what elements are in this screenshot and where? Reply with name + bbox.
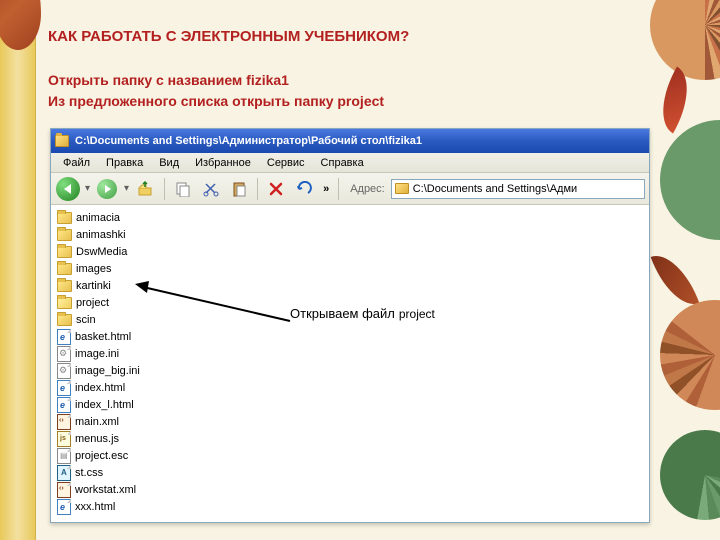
file-row[interactable]: images: [57, 260, 643, 277]
file-name-label: main.xml: [75, 416, 119, 428]
file-name-label: project.esc: [75, 450, 128, 462]
file-name-label: xxx.html: [75, 501, 115, 513]
copy-icon: [175, 181, 191, 197]
file-row[interactable]: main.xml: [57, 413, 643, 430]
menu-view[interactable]: Вид: [151, 155, 187, 171]
html-file-icon: [57, 329, 71, 345]
folder-icon: [57, 229, 72, 241]
nav-back-button[interactable]: [55, 176, 81, 202]
js-file-icon: [57, 431, 71, 447]
nav-forward-button[interactable]: [94, 176, 120, 202]
ini-file-icon: [57, 363, 71, 379]
slide-instructions: Открыть папку с названием fizika1 Из пре…: [48, 70, 384, 112]
clipboard-icon: [231, 181, 247, 197]
folder-icon: [57, 280, 72, 292]
file-list[interactable]: animacia animashki DswMedia images kartinki p…: [51, 205, 649, 522]
file-row[interactable]: image_big.ini: [57, 362, 643, 379]
css-file-icon: [57, 465, 71, 481]
chevron-down-icon[interactable]: ▾: [85, 183, 90, 194]
file-row[interactable]: kartinki: [57, 277, 643, 294]
file-row[interactable]: DswMedia: [57, 243, 643, 260]
window-title: C:\Documents and Settings\Администратор\…: [75, 135, 645, 147]
annotation-text: Открываем файлproject: [290, 306, 435, 321]
file-name-label: kartinki: [76, 280, 111, 292]
ini-file-icon: [57, 346, 71, 362]
delete-button[interactable]: [263, 176, 289, 202]
file-name-label: st.css: [75, 467, 103, 479]
paste-button[interactable]: [226, 176, 252, 202]
file-row[interactable]: animacia: [57, 209, 643, 226]
menu-edit[interactable]: Правка: [98, 155, 151, 171]
file-name-label: menus.js: [75, 433, 119, 445]
decorative-fans: [640, 0, 720, 540]
toolbar-overflow[interactable]: »: [319, 183, 333, 195]
file-name-label: basket.html: [75, 331, 131, 343]
file-name-label: animashki: [76, 229, 126, 241]
undo-icon: [296, 181, 312, 197]
folder-icon: [57, 212, 72, 224]
file-row[interactable]: st.css: [57, 464, 643, 481]
arrow-right-icon: [97, 179, 117, 199]
folder-icon: [395, 183, 409, 194]
html-file-icon: [57, 397, 71, 413]
menu-file[interactable]: Файл: [55, 155, 98, 171]
file-row[interactable]: menus.js: [57, 430, 643, 447]
file-row[interactable]: workstat.xml: [57, 481, 643, 498]
file-name-label: animacia: [76, 212, 120, 224]
file-row[interactable]: basket.html: [57, 328, 643, 345]
copy-button[interactable]: [170, 176, 196, 202]
menu-tools[interactable]: Сервис: [259, 155, 313, 171]
address-text: C:\Documents and Settings\Адми: [413, 183, 577, 195]
chevron-down-icon[interactable]: ▾: [124, 183, 129, 194]
scissors-icon: [203, 181, 219, 197]
toolbar: ▾ ▾ » Адрес: C:\Documents and Settings\А…: [51, 173, 649, 205]
folder-icon: [57, 314, 72, 326]
file-row[interactable]: xxx.html: [57, 498, 643, 515]
folder-up-icon: [137, 180, 155, 198]
instruction-line-2: Из предложенного списка открыть папку pr…: [48, 91, 384, 112]
folder-icon: [57, 246, 72, 258]
decorative-tassel-strip: [0, 0, 36, 540]
instruction-line-1: Открыть папку с названием fizika1: [48, 70, 384, 91]
file-row[interactable]: index_l.html: [57, 396, 643, 413]
html-file-icon: [57, 380, 71, 396]
file-name-label: index.html: [75, 382, 125, 394]
file-name-label: image_big.ini: [75, 365, 140, 377]
menu-bar: Файл Правка Вид Избранное Сервис Справка: [51, 153, 649, 173]
folder-icon: [55, 135, 69, 147]
file-name-label: workstat.xml: [75, 484, 136, 496]
undo-button[interactable]: [291, 176, 317, 202]
window-titlebar[interactable]: C:\Documents and Settings\Администратор\…: [51, 129, 649, 153]
file-name-label: project: [76, 297, 109, 309]
cut-button[interactable]: [198, 176, 224, 202]
nav-up-button[interactable]: [133, 176, 159, 202]
toolbar-separator: [338, 178, 339, 200]
explorer-window: C:\Documents and Settings\Администратор\…: [50, 128, 650, 523]
menu-help[interactable]: Справка: [313, 155, 372, 171]
file-row[interactable]: animashki: [57, 226, 643, 243]
file-name-label: image.ini: [75, 348, 119, 360]
file-name-label: images: [76, 263, 111, 275]
file-name-label: index_l.html: [75, 399, 134, 411]
toolbar-separator: [257, 178, 258, 200]
address-bar[interactable]: C:\Documents and Settings\Адми: [391, 179, 645, 199]
folder-icon: [57, 297, 72, 309]
xml-file-icon: [57, 414, 71, 430]
arrow-left-icon: [56, 177, 80, 201]
file-row[interactable]: image.ini: [57, 345, 643, 362]
menu-favorites[interactable]: Избранное: [187, 155, 259, 171]
toolbar-separator: [164, 178, 165, 200]
file-name-label: scin: [76, 314, 96, 326]
file-name-label: DswMedia: [76, 246, 127, 258]
folder-icon: [57, 263, 72, 275]
slide-heading: КАК РАБОТАТЬ С ЭЛЕКТРОННЫМ УЧЕБНИКОМ?: [48, 28, 409, 45]
html-file-icon: [57, 499, 71, 515]
address-label: Адрес:: [350, 183, 385, 195]
file-row[interactable]: project.esc: [57, 447, 643, 464]
xml-file-icon: [57, 482, 71, 498]
generic-file-icon: [57, 448, 71, 464]
delete-x-icon: [268, 181, 284, 197]
file-row[interactable]: index.html: [57, 379, 643, 396]
